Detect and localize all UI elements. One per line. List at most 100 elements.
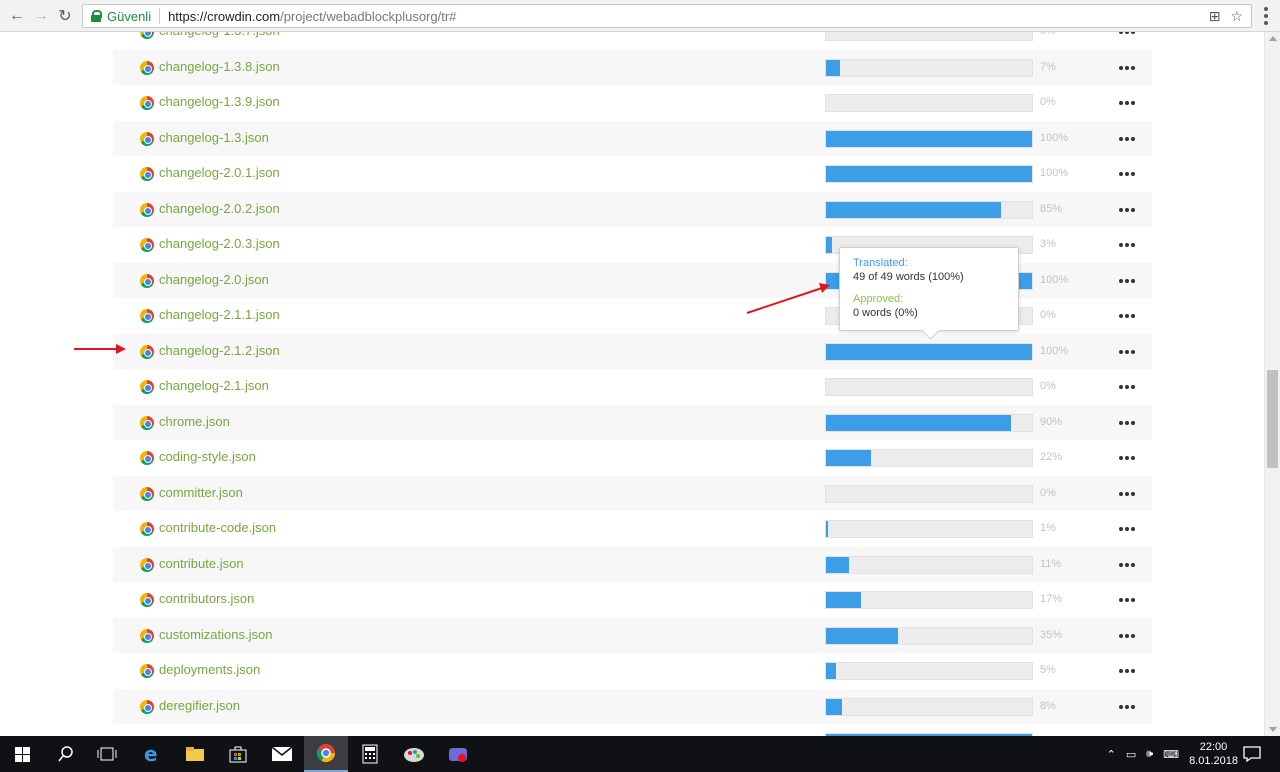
back-button[interactable]: ← bbox=[6, 5, 28, 27]
progress-bar[interactable] bbox=[825, 626, 1033, 645]
progress-bar[interactable] bbox=[825, 520, 1033, 538]
file-name-link[interactable]: changelog-2.0.3.json bbox=[159, 236, 280, 251]
calculator-icon[interactable] bbox=[348, 736, 392, 772]
file-row[interactable]: changelog-2.0.1.json 100% bbox=[113, 156, 1152, 192]
progress-bar[interactable] bbox=[825, 200, 1033, 219]
more-options-icon[interactable] bbox=[1119, 101, 1135, 105]
scroll-thumb[interactable] bbox=[1267, 370, 1278, 468]
more-options-icon[interactable] bbox=[1119, 562, 1135, 567]
file-name-link[interactable]: contribute-code.json bbox=[159, 520, 276, 535]
file-row[interactable]: chrome.json 90% bbox=[113, 404, 1152, 440]
progress-bar[interactable] bbox=[825, 484, 1033, 503]
file-name-link[interactable]: customizations.json bbox=[159, 627, 272, 642]
more-options-icon[interactable] bbox=[1119, 385, 1135, 389]
file-name-link[interactable]: changelog-1.3.9.json bbox=[159, 94, 280, 109]
network-icon[interactable]: ▭ bbox=[1126, 748, 1136, 761]
mail-icon[interactable] bbox=[260, 736, 304, 772]
edge-icon[interactable]: e bbox=[130, 736, 174, 772]
file-row[interactable]: contribute.json 11% bbox=[113, 546, 1152, 582]
more-options-icon[interactable] bbox=[1119, 527, 1135, 531]
progress-bar[interactable] bbox=[825, 555, 1033, 574]
page-scrollbar[interactable] bbox=[1264, 32, 1280, 736]
forward-button[interactable]: → bbox=[30, 5, 52, 27]
file-name-link[interactable]: changelog-2.0.2.json bbox=[159, 201, 280, 216]
progress-bar[interactable] bbox=[825, 32, 1033, 41]
file-row[interactable]: customizations.json 35% bbox=[113, 617, 1152, 653]
file-row[interactable]: changelog-1.3.json 100% bbox=[113, 120, 1152, 156]
more-options-icon[interactable] bbox=[1119, 598, 1135, 602]
file-name-link[interactable]: contributors.json bbox=[159, 591, 254, 606]
more-options-icon[interactable] bbox=[1119, 669, 1135, 673]
file-explorer-icon[interactable] bbox=[173, 736, 217, 772]
file-name-link[interactable]: changelog-2.1.2.json bbox=[159, 343, 280, 358]
progress-bar[interactable] bbox=[825, 342, 1033, 361]
file-name-link[interactable]: chrome.json bbox=[159, 414, 230, 429]
search-icon[interactable] bbox=[44, 736, 88, 772]
store-icon[interactable] bbox=[216, 736, 260, 772]
paint-app-icon[interactable] bbox=[392, 736, 436, 772]
more-options-icon[interactable] bbox=[1119, 349, 1135, 354]
file-name-link[interactable]: coding-style.json bbox=[159, 449, 256, 464]
volume-icon[interactable]: 🕪 bbox=[1146, 748, 1153, 761]
file-name-link[interactable]: changelog-1.3.7.json bbox=[159, 32, 280, 38]
file-name-link[interactable]: changelog-2.0.1.json bbox=[159, 165, 280, 180]
scroll-down-icon[interactable] bbox=[1269, 727, 1277, 732]
scroll-up-icon[interactable] bbox=[1269, 36, 1277, 41]
more-options-icon[interactable] bbox=[1119, 633, 1135, 638]
file-name-link[interactable]: deregifier.json bbox=[159, 698, 240, 713]
bookmark-star-icon[interactable]: ☆ bbox=[1230, 8, 1243, 25]
more-options-icon[interactable] bbox=[1119, 491, 1135, 496]
notifications-icon[interactable] bbox=[1230, 736, 1274, 772]
progress-bar[interactable] bbox=[825, 697, 1033, 716]
progress-bar[interactable] bbox=[825, 58, 1033, 77]
more-options-icon[interactable] bbox=[1119, 65, 1135, 70]
more-options-icon[interactable] bbox=[1119, 136, 1135, 141]
address-bar[interactable]: Güvenli https://crowdin.com/project/weba… bbox=[82, 4, 1252, 28]
progress-bar[interactable] bbox=[825, 94, 1033, 112]
more-options-icon[interactable] bbox=[1119, 172, 1135, 176]
reload-button[interactable]: ↻ bbox=[54, 5, 76, 27]
file-row[interactable]: contribute-code.json 1% bbox=[113, 511, 1152, 547]
progress-bar[interactable] bbox=[825, 413, 1033, 432]
browser-menu-icon[interactable] bbox=[1264, 7, 1268, 25]
file-row[interactable]: changelog-1.3.7.json 0% bbox=[113, 32, 1152, 50]
more-options-icon[interactable] bbox=[1119, 314, 1135, 318]
progress-bar[interactable] bbox=[825, 449, 1033, 467]
progress-bar[interactable] bbox=[825, 662, 1033, 680]
more-options-icon[interactable] bbox=[1119, 243, 1135, 247]
translate-icon[interactable]: ⊞ bbox=[1209, 8, 1221, 25]
progress-bar[interactable] bbox=[825, 591, 1033, 609]
file-row[interactable]: changelog-2.1.2.json 100% bbox=[113, 333, 1152, 369]
file-name-link[interactable]: changelog-2.1.1.json bbox=[159, 307, 280, 322]
file-row[interactable]: coding-style.json 22% bbox=[113, 440, 1152, 476]
more-options-icon[interactable] bbox=[1119, 278, 1135, 283]
progress-bar[interactable] bbox=[825, 378, 1033, 396]
file-name-link[interactable]: contribute.json bbox=[159, 556, 244, 571]
more-options-icon[interactable] bbox=[1119, 420, 1135, 425]
file-name-link[interactable]: changelog-1.3.8.json bbox=[159, 59, 280, 74]
file-name-link[interactable]: committer.json bbox=[159, 485, 243, 500]
file-row[interactable]: deployments.json 5% bbox=[113, 653, 1152, 689]
file-row[interactable]: committer.json 0% bbox=[113, 475, 1152, 511]
more-options-icon[interactable] bbox=[1119, 32, 1135, 34]
more-options-icon[interactable] bbox=[1119, 704, 1135, 709]
progress-bar[interactable] bbox=[825, 129, 1033, 148]
file-name-link[interactable]: deployments.json bbox=[159, 662, 260, 677]
file-row[interactable]: changelog-2.1.json 0% bbox=[113, 369, 1152, 405]
file-row[interactable] bbox=[113, 724, 1152, 736]
task-view-icon[interactable] bbox=[85, 736, 129, 772]
game-app-icon[interactable] bbox=[436, 736, 480, 772]
file-name-link[interactable]: changelog-2.1.json bbox=[159, 378, 269, 393]
file-name-link[interactable]: changelog-2.0.json bbox=[159, 272, 269, 287]
file-row[interactable]: changelog-1.3.9.json 0% bbox=[113, 85, 1152, 121]
chevron-up-icon[interactable]: ⌃ bbox=[1107, 748, 1116, 761]
file-row[interactable]: deregifier.json 8% bbox=[113, 688, 1152, 724]
more-options-icon[interactable] bbox=[1119, 207, 1135, 212]
start-button[interactable] bbox=[0, 736, 44, 772]
file-name-link[interactable]: changelog-1.3.json bbox=[159, 130, 269, 145]
progress-bar[interactable] bbox=[825, 165, 1033, 183]
chrome-taskbar-icon[interactable] bbox=[304, 736, 348, 772]
file-row[interactable]: contributors.json 17% bbox=[113, 582, 1152, 618]
file-row[interactable]: changelog-1.3.8.json 7% bbox=[113, 49, 1152, 85]
file-row[interactable]: changelog-2.0.2.json 85% bbox=[113, 191, 1152, 227]
